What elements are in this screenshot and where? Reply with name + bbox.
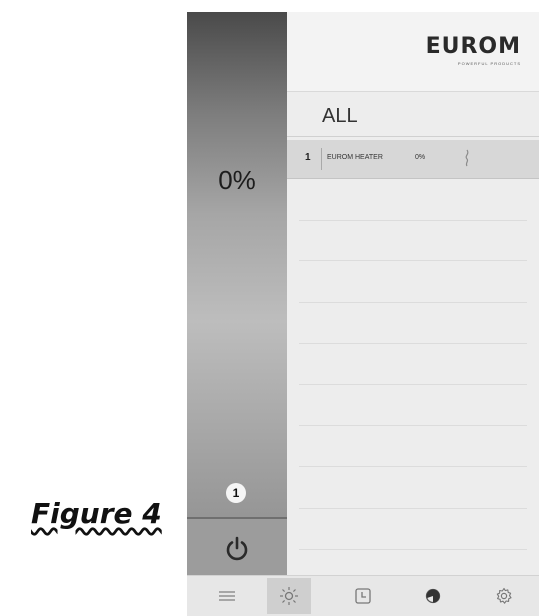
empty-slot-line xyxy=(299,302,527,303)
zone-badge: 1 xyxy=(226,483,246,503)
device-percent: 0% xyxy=(415,154,426,161)
empty-slot-line xyxy=(299,343,527,344)
device-list-panel: EUROM POWERFUL PRODUCTS ALL 1 EUROM HEAT… xyxy=(287,12,539,575)
figure-caption: Figure 4 xyxy=(31,497,162,530)
brand-header: EUROM POWERFUL PRODUCTS xyxy=(287,12,539,92)
device-number: 1 xyxy=(305,152,311,163)
empty-slot-line xyxy=(299,260,527,261)
level-slider[interactable]: 0% 1 xyxy=(187,12,287,577)
empty-slot-line xyxy=(299,220,527,221)
tab-heat[interactable] xyxy=(267,578,311,614)
divider xyxy=(321,148,322,170)
half-circle-icon xyxy=(425,588,441,604)
list-icon xyxy=(219,591,235,601)
bottom-tab-bar xyxy=(187,575,539,616)
group-title: ALL xyxy=(322,105,358,127)
empty-slot-line xyxy=(299,508,527,509)
brand-tagline: POWERFUL PRODUCTS xyxy=(457,61,521,66)
power-button[interactable] xyxy=(187,517,287,577)
gear-icon xyxy=(496,587,512,604)
empty-slot-line xyxy=(299,549,527,550)
empty-slot-line xyxy=(299,466,527,467)
brand-logo: EUROM xyxy=(425,34,521,59)
empty-slot-line xyxy=(299,384,527,385)
tab-timer[interactable] xyxy=(341,578,385,614)
empty-slot-line xyxy=(299,425,527,426)
clock-icon xyxy=(355,588,371,604)
power-icon xyxy=(226,536,248,561)
tab-settings[interactable] xyxy=(482,578,526,614)
heat-icon xyxy=(465,149,469,167)
app-window: 0% 1 EUROM POWERFUL PRODUCTS ALL 1 EUROM… xyxy=(187,12,539,616)
tab-scenes[interactable] xyxy=(411,578,455,614)
device-name: EUROM HEATER xyxy=(327,154,383,161)
tab-list[interactable] xyxy=(205,578,249,614)
sun-icon xyxy=(280,587,298,605)
device-row[interactable]: 1 EUROM HEATER 0% xyxy=(287,140,539,179)
divider xyxy=(287,136,539,137)
level-percentage: 0% xyxy=(218,165,256,195)
